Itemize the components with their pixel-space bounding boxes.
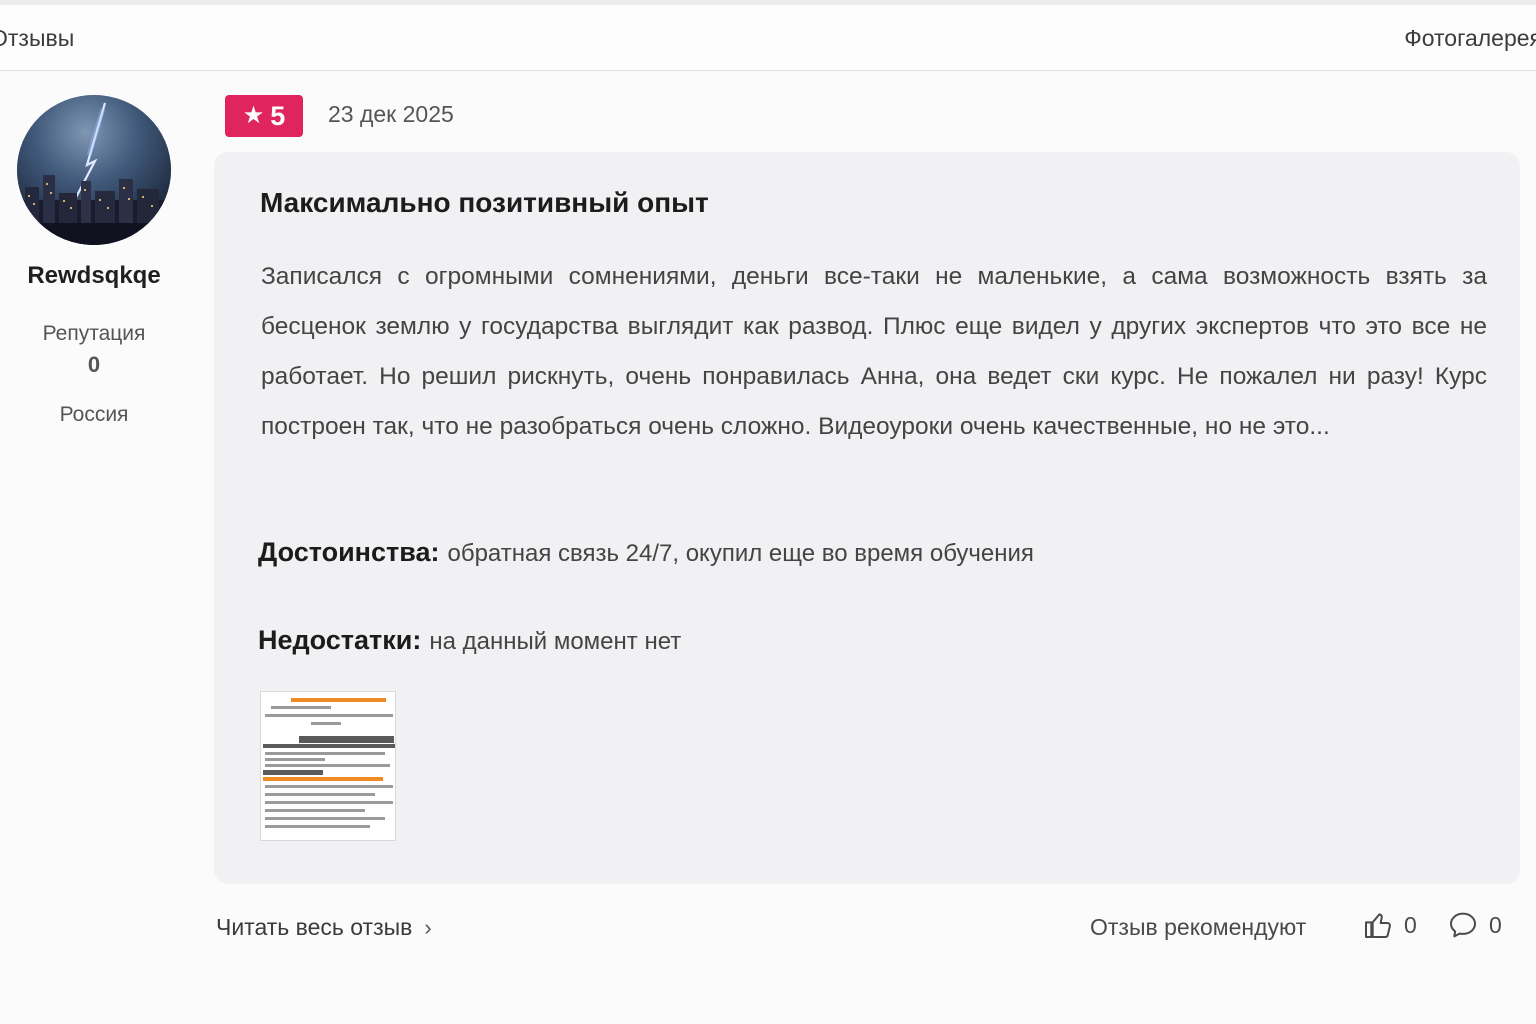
review-title[interactable]: Максимально позитивный опыт [260, 187, 709, 219]
review-card: Максимально позитивный опыт Записался с … [214, 152, 1520, 884]
comments-count: 0 [1489, 911, 1502, 938]
cons-label: Недостатки: [258, 625, 422, 655]
review-text: Записался с огромными сомнениями, деньги… [261, 263, 1487, 440]
reputation-value: 0 [87, 352, 101, 377]
review-cons: Недостатки: на данный момент нет [258, 625, 681, 656]
tab-photo-gallery[interactable]: Фотогалерея [1404, 25, 1536, 52]
review-pros: Достоинства: обратная связь 24/7, окупил … [258, 537, 1034, 568]
like-button[interactable]: 0 [1362, 909, 1417, 941]
avatar[interactable] [17, 95, 171, 245]
comment-bubble-icon [1450, 912, 1476, 938]
author-country: Россия [59, 403, 129, 426]
pros-text: обратная связь 24/7, окупил еще во время… [447, 540, 1034, 567]
avatar-image-icon [17, 95, 171, 245]
chevron-right-icon: › [424, 914, 432, 940]
likes-count: 0 [1404, 911, 1417, 938]
attached-image-thumbnail[interactable] [260, 691, 396, 841]
recommend-label: Отзыв рекомендуют [1090, 914, 1307, 940]
comments-button[interactable]: 0 [1447, 909, 1502, 941]
rating-value: 5 [270, 100, 286, 131]
tab-reviews[interactable]: Отзывы [0, 25, 74, 52]
username[interactable]: Rewdsqkqe [0, 262, 188, 290]
star-icon: ★ [242, 102, 265, 129]
rating-badge: ★ 5 [225, 95, 303, 137]
review-date: 23 дек 2025 [328, 101, 454, 127]
read-full-label: Читать весь отзыв [216, 914, 413, 940]
read-full-review-link[interactable]: Читать весь отзыв › [216, 914, 432, 941]
thumbs-up-icon [1365, 913, 1391, 938]
cons-text: на данный момент нет [429, 628, 682, 655]
pros-label: Достоинства: [258, 537, 440, 567]
tab-bar: Отзывы Фотогалерея [0, 5, 1536, 71]
reputation-label: Репутация [42, 322, 146, 345]
